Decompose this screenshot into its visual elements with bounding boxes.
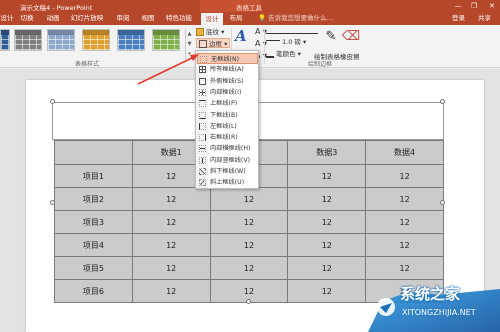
watermark-url: XITONGZHIJIA.NET [402,308,476,317]
watermark-brand: 系统之家 [400,285,461,303]
